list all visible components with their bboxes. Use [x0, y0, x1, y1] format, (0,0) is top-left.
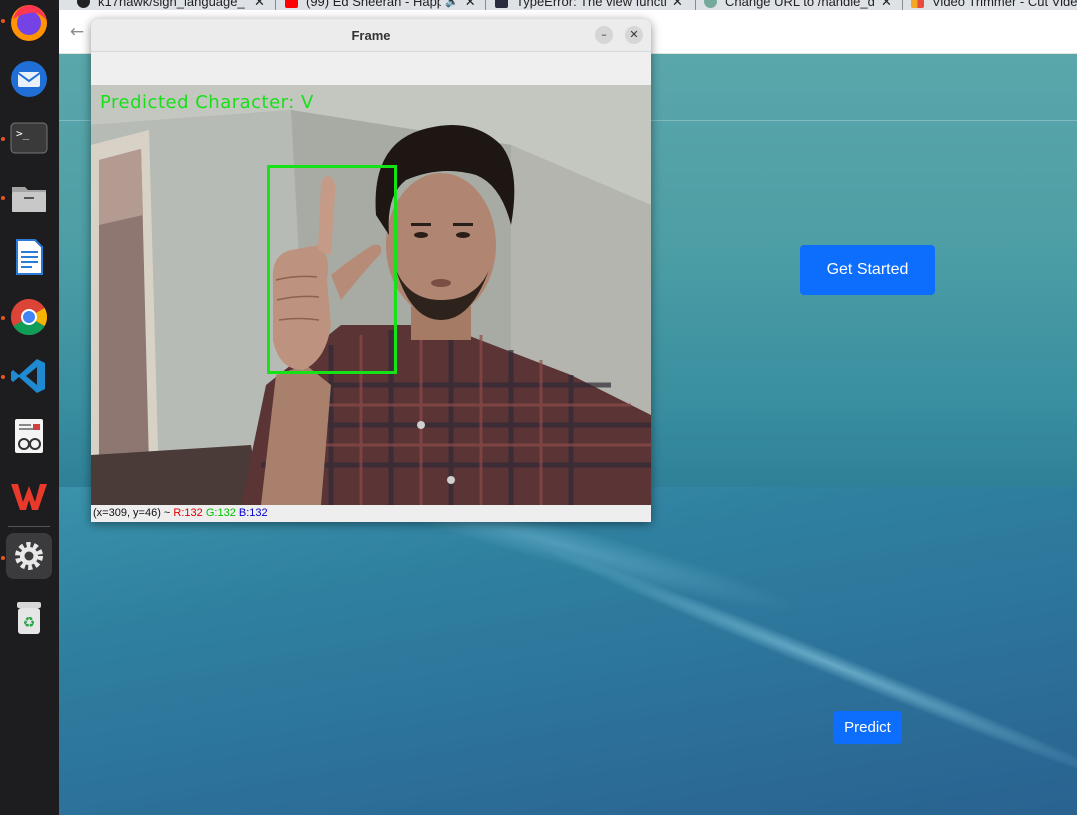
tab-title: Video Trimmer - Cut Vide: [932, 0, 1077, 9]
pixel-red-value: R:132: [173, 507, 203, 519]
webcam-feed: Predicted Character: V: [91, 85, 651, 505]
tab-typeerror[interactable]: TypeError: The view functi ✕: [495, 0, 689, 10]
dock-separator: [8, 526, 50, 527]
video-trimmer-icon: [911, 0, 924, 8]
tab-youtube[interactable]: (99) Ed Sheeran - Happ 🔈 ✕: [285, 0, 480, 10]
close-icon[interactable]: ✕: [672, 0, 683, 10]
thunderbird-icon[interactable]: [6, 56, 52, 102]
youtube-icon: [285, 0, 298, 8]
pixel-blue-value: B:132: [238, 507, 268, 519]
close-icon[interactable]: ✕: [465, 0, 476, 10]
settings-icon[interactable]: [6, 533, 52, 579]
tab-change-url[interactable]: Change URL to /handle_d ✕: [704, 0, 894, 10]
frame-window[interactable]: Frame – ✕ Predicted Character: V (x=309,…: [91, 19, 651, 522]
speaker-icon[interactable]: 🔈: [445, 0, 459, 8]
firefox-icon[interactable]: [6, 0, 52, 46]
wps-office-icon[interactable]: [6, 473, 52, 519]
tab-title: k17hawk/sign_language_: [98, 0, 245, 9]
svg-text:>_: >_: [16, 127, 30, 140]
trash-icon[interactable]: ♻: [6, 594, 52, 640]
cursor-coords: (x=309, y=46) ~: [93, 507, 171, 519]
pixel-status-bar: (x=309, y=46) ~ R:132 G:132 B:132: [91, 505, 651, 522]
tab-github[interactable]: k17hawk/sign_language_ ✕: [77, 0, 267, 10]
terminal-icon: [495, 0, 508, 8]
close-icon[interactable]: ✕: [625, 26, 643, 44]
get-started-button[interactable]: Get Started: [800, 245, 935, 295]
tab-divider: [485, 0, 486, 10]
running-indicator: [1, 316, 5, 320]
window-titlebar[interactable]: Frame – ✕: [91, 19, 651, 52]
running-indicator: [1, 196, 5, 200]
tab-video-trimmer[interactable]: Video Trimmer - Cut Vide: [911, 0, 1077, 10]
running-indicator: [1, 137, 5, 141]
chatgpt-icon: [704, 0, 717, 8]
back-arrow-icon[interactable]: ←: [67, 22, 87, 42]
running-indicator: [1, 375, 5, 379]
running-indicator: [1, 19, 5, 23]
tab-divider: [695, 0, 696, 10]
terminal-icon[interactable]: >_: [6, 115, 52, 161]
hand-bounding-box: [267, 165, 397, 374]
tab-strip: k17hawk/sign_language_ ✕ (99) Ed Sheeran…: [59, 0, 1077, 10]
prediction-overlay-text: Predicted Character: V: [100, 92, 314, 113]
vscode-icon[interactable]: [6, 353, 52, 399]
tab-title: Change URL to /handle_d: [725, 0, 875, 9]
svg-text:♻: ♻: [23, 615, 36, 631]
tab-title: TypeError: The view functi: [516, 0, 666, 9]
files-icon[interactable]: [6, 175, 52, 221]
minimize-icon[interactable]: –: [595, 26, 613, 44]
github-icon: [77, 0, 90, 8]
window-toolbar: [91, 52, 651, 85]
window-title: Frame: [351, 28, 391, 43]
dock: >_ ♻: [0, 0, 59, 815]
close-icon[interactable]: ✕: [254, 0, 265, 10]
predict-button[interactable]: Predict: [833, 711, 902, 744]
chrome-icon[interactable]: [6, 294, 52, 340]
tab-divider: [275, 0, 276, 10]
running-indicator: [1, 556, 5, 560]
close-icon[interactable]: ✕: [881, 0, 892, 10]
document-viewer-icon[interactable]: [6, 413, 52, 459]
tab-title: (99) Ed Sheeran - Happ: [306, 0, 441, 9]
libreoffice-writer-icon[interactable]: [6, 234, 52, 280]
pixel-green-value: G:132: [205, 507, 236, 519]
tab-divider: [902, 0, 903, 10]
